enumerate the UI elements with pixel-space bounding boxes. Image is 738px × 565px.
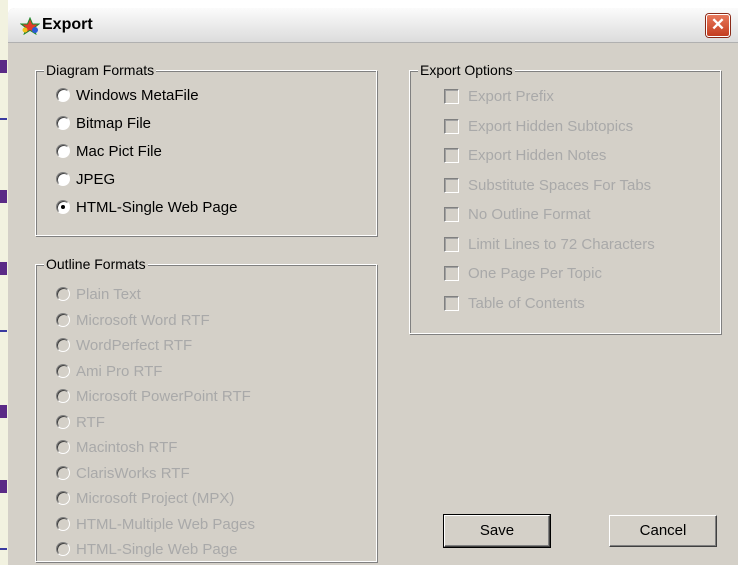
diagram-format-radio-option[interactable]: HTML-Single Web Page: [36, 198, 366, 220]
checkbox-label: Table of Contents: [468, 294, 585, 312]
radio-button[interactable]: [56, 172, 70, 186]
checkbox: [444, 89, 459, 104]
radio-button: [56, 312, 70, 327]
checkbox-label: No Outline Format: [468, 206, 591, 223]
export-dialog: Export ✕ Diagram Formats Windows MetaFil…: [8, 8, 738, 565]
outline-format-radio-option: ClarisWorks RTF: [36, 464, 366, 486]
background-mark: [0, 190, 7, 203]
radio-label: Mac Pict File: [76, 143, 162, 160]
export-option-checkbox-row: Limit Lines to 72 Characters: [410, 235, 710, 257]
background-mark: [0, 262, 7, 275]
export-options-title: Export Options: [418, 62, 515, 78]
export-option-checkbox-row: One Page Per Topic: [410, 264, 710, 286]
close-icon: ✕: [710, 15, 726, 34]
export-option-checkbox-row: Export Hidden Notes: [410, 146, 710, 168]
export-option-checkbox-row: No Outline Format: [410, 205, 710, 227]
radio-button: [56, 414, 70, 429]
outline-formats-title: Outline Formats: [44, 256, 148, 272]
radio-button: [56, 491, 70, 505]
outline-format-radio-option: RTF: [36, 413, 366, 435]
radio-label: Ami Pro RTF: [76, 362, 163, 380]
background-tick: [0, 548, 7, 550]
radio-button[interactable]: [56, 200, 70, 214]
checkbox: [444, 177, 459, 193]
title-bar[interactable]: Export ✕: [8, 8, 738, 43]
outline-format-radio-option: Microsoft Word RTF: [36, 311, 366, 333]
diagram-formats-group: Diagram Formats Windows MetaFile Bitmap F…: [35, 62, 377, 236]
outline-format-radio-option: Plain Text: [36, 285, 366, 307]
diagram-format-radio-option[interactable]: Bitmap File: [36, 114, 366, 136]
checkbox-label: One Page Per Topic: [468, 265, 602, 282]
outline-format-radio-option: Macintosh RTF: [36, 438, 366, 460]
checkbox: [444, 295, 459, 311]
outline-format-radio-option: Microsoft Project (MPX): [36, 489, 366, 511]
radio-label: Bitmap File: [76, 115, 152, 132]
checkbox: [444, 266, 459, 281]
radio-label: JPEG: [76, 171, 116, 188]
checkbox-label: Substitute Spaces For Tabs: [468, 176, 652, 194]
checkbox-label: Export Hidden Notes: [468, 147, 607, 164]
outline-format-radio-option: HTML-Single Web Page: [36, 540, 366, 562]
radio-selected-dot: [61, 205, 65, 209]
diagram-format-radio-option[interactable]: JPEG: [36, 170, 366, 192]
radio-button: [56, 516, 70, 531]
radio-button: [56, 440, 70, 454]
radio-label: HTML-Single Web Page: [76, 199, 238, 216]
radio-label: Microsoft PowerPoint RTF: [76, 388, 251, 405]
close-button[interactable]: ✕: [706, 14, 730, 37]
save-button[interactable]: Save: [443, 514, 551, 548]
radio-label: Windows MetaFile: [76, 87, 199, 104]
outline-format-radio-option: HTML-Multiple Web Pages: [36, 515, 366, 537]
outline-format-radio-option: Ami Pro RTF: [36, 362, 366, 384]
radio-button: [56, 287, 70, 301]
radio-label: HTML-Multiple Web Pages: [76, 515, 255, 533]
radio-button: [56, 465, 70, 480]
checkbox: [444, 207, 459, 222]
export-option-checkbox-row: Export Hidden Subtopics: [410, 117, 710, 139]
export-option-checkbox-row: Export Prefix: [410, 87, 710, 109]
checkbox: [444, 148, 459, 163]
cancel-button[interactable]: Cancel: [609, 515, 717, 547]
diagram-formats-title: Diagram Formats: [44, 62, 157, 78]
checkbox: [444, 236, 459, 252]
background-mark: [0, 405, 7, 418]
radio-label: ClarisWorks RTF: [76, 464, 190, 482]
radio-button: [56, 363, 70, 378]
radio-button: [56, 389, 70, 403]
diagram-format-radio-option[interactable]: Mac Pict File: [36, 142, 366, 164]
background-tick: [0, 330, 7, 332]
checkbox-label: Export Prefix: [468, 88, 554, 105]
outline-format-radio-option: Microsoft PowerPoint RTF: [36, 387, 366, 409]
radio-label: WordPerfect RTF: [76, 337, 193, 354]
diagram-format-radio-option[interactable]: Windows MetaFile: [36, 86, 366, 108]
checkbox-label: Limit Lines to 72 Characters: [468, 235, 655, 253]
radio-label: Plain Text: [76, 286, 141, 303]
radio-label: HTML-Single Web Page: [76, 541, 238, 558]
radio-label: Microsoft Word RTF: [76, 311, 210, 329]
export-options-group: Export Options Export Prefix Export Hidde…: [409, 62, 721, 334]
checkbox: [444, 118, 459, 134]
export-option-checkbox-row: Substitute Spaces For Tabs: [410, 176, 710, 198]
radio-button: [56, 542, 70, 556]
export-option-checkbox-row: Table of Contents: [410, 294, 710, 316]
radio-label: Macintosh RTF: [76, 439, 178, 456]
background-app-strip: [0, 0, 8, 565]
outline-formats-group: Outline Formats Plain Text Microsoft Word…: [35, 256, 377, 562]
background-mark: [0, 480, 7, 493]
checkbox-label: Export Hidden Subtopics: [468, 117, 634, 135]
radio-label: Microsoft Project (MPX): [76, 490, 235, 507]
window-title: Export: [42, 16, 93, 33]
radio-button: [56, 338, 70, 352]
background-tick: [0, 118, 7, 120]
outline-format-radio-option: WordPerfect RTF: [36, 336, 366, 358]
radio-button[interactable]: [56, 88, 70, 102]
background-mark: [0, 60, 7, 73]
radio-label: RTF: [76, 413, 105, 431]
export-app-icon: [20, 17, 40, 35]
radio-button[interactable]: [56, 144, 70, 158]
radio-button[interactable]: [56, 116, 70, 130]
